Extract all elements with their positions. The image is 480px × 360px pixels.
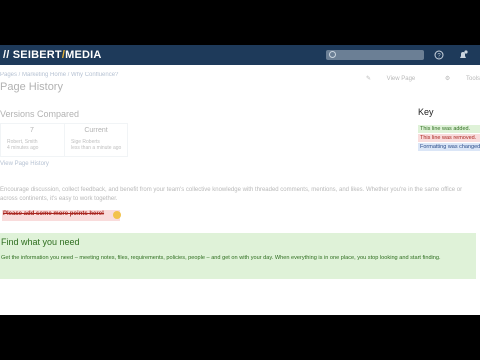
gear-icon: ⚙	[444, 76, 451, 82]
versions-table: 7 Robert, Smith 4 minutes ago Current Si…	[0, 123, 128, 157]
version-time: 4 minutes ago	[7, 145, 39, 151]
tools-label: Tools	[465, 76, 480, 82]
view-page-history-link[interactable]: View Page History	[0, 161, 49, 167]
unchanged-paragraph: Encourage discussion, collect feedback, …	[0, 187, 463, 202]
logo-text-right: MEDIA	[65, 49, 102, 61]
notifications-icon[interactable]	[458, 50, 468, 60]
breadcrumb[interactable]: Pages / Marketing Home / Why Confluence?	[0, 72, 118, 78]
version-number[interactable]: Current	[65, 127, 127, 134]
page-title: Page History	[0, 81, 63, 93]
removed-line: Please add some more points here!	[2, 210, 121, 221]
view-page-label: View Page	[386, 76, 416, 82]
logo-text-left: // SEIBERT	[3, 49, 62, 61]
added-heading: Find what you need	[1, 237, 80, 247]
added-section: Find what you need Get the information y…	[0, 233, 476, 279]
question-icon[interactable]: ?	[434, 50, 444, 60]
page-actions: ✎ View Page ⚙ Tools	[338, 75, 480, 82]
added-paragraph: Get the information you need – meeting n…	[1, 255, 441, 261]
key-title: Key	[418, 107, 434, 117]
removed-line-highlight: Please add some more points here!	[0, 207, 124, 224]
version-time: less than a minute ago	[71, 145, 122, 151]
key-removed: This line was removed.	[418, 134, 480, 142]
version-column-current: Current Sige Roberts less than a minute …	[64, 124, 127, 156]
key-added: This line was added.	[418, 125, 480, 133]
tools-button[interactable]: ⚙ Tools	[431, 76, 480, 82]
removed-line-text: Please add some more points here!	[3, 211, 105, 217]
key-changed: Formatting was changed.	[418, 143, 480, 151]
diff-key-panel: Key This line was added. This line was r…	[415, 103, 480, 159]
added-section-highlight: Find what you need Get the information y…	[0, 230, 477, 280]
top-navigation-bar: // SEIBERT/MEDIA ?	[0, 45, 480, 65]
smiley-icon	[113, 211, 121, 219]
version-column-old: 7 Robert, Smith 4 minutes ago	[1, 124, 63, 156]
edit-icon: ✎	[365, 76, 371, 82]
versions-compared-heading: Versions Compared	[0, 109, 80, 119]
seibert-media-logo[interactable]: // SEIBERT/MEDIA	[3, 49, 102, 61]
search-icon	[329, 51, 336, 58]
version-number[interactable]: 7	[1, 127, 63, 134]
view-page-button[interactable]: ✎ View Page	[352, 76, 415, 82]
search-input[interactable]	[326, 50, 424, 60]
confluence-window: // SEIBERT/MEDIA ? Pages / Marketing Hom…	[0, 45, 480, 315]
